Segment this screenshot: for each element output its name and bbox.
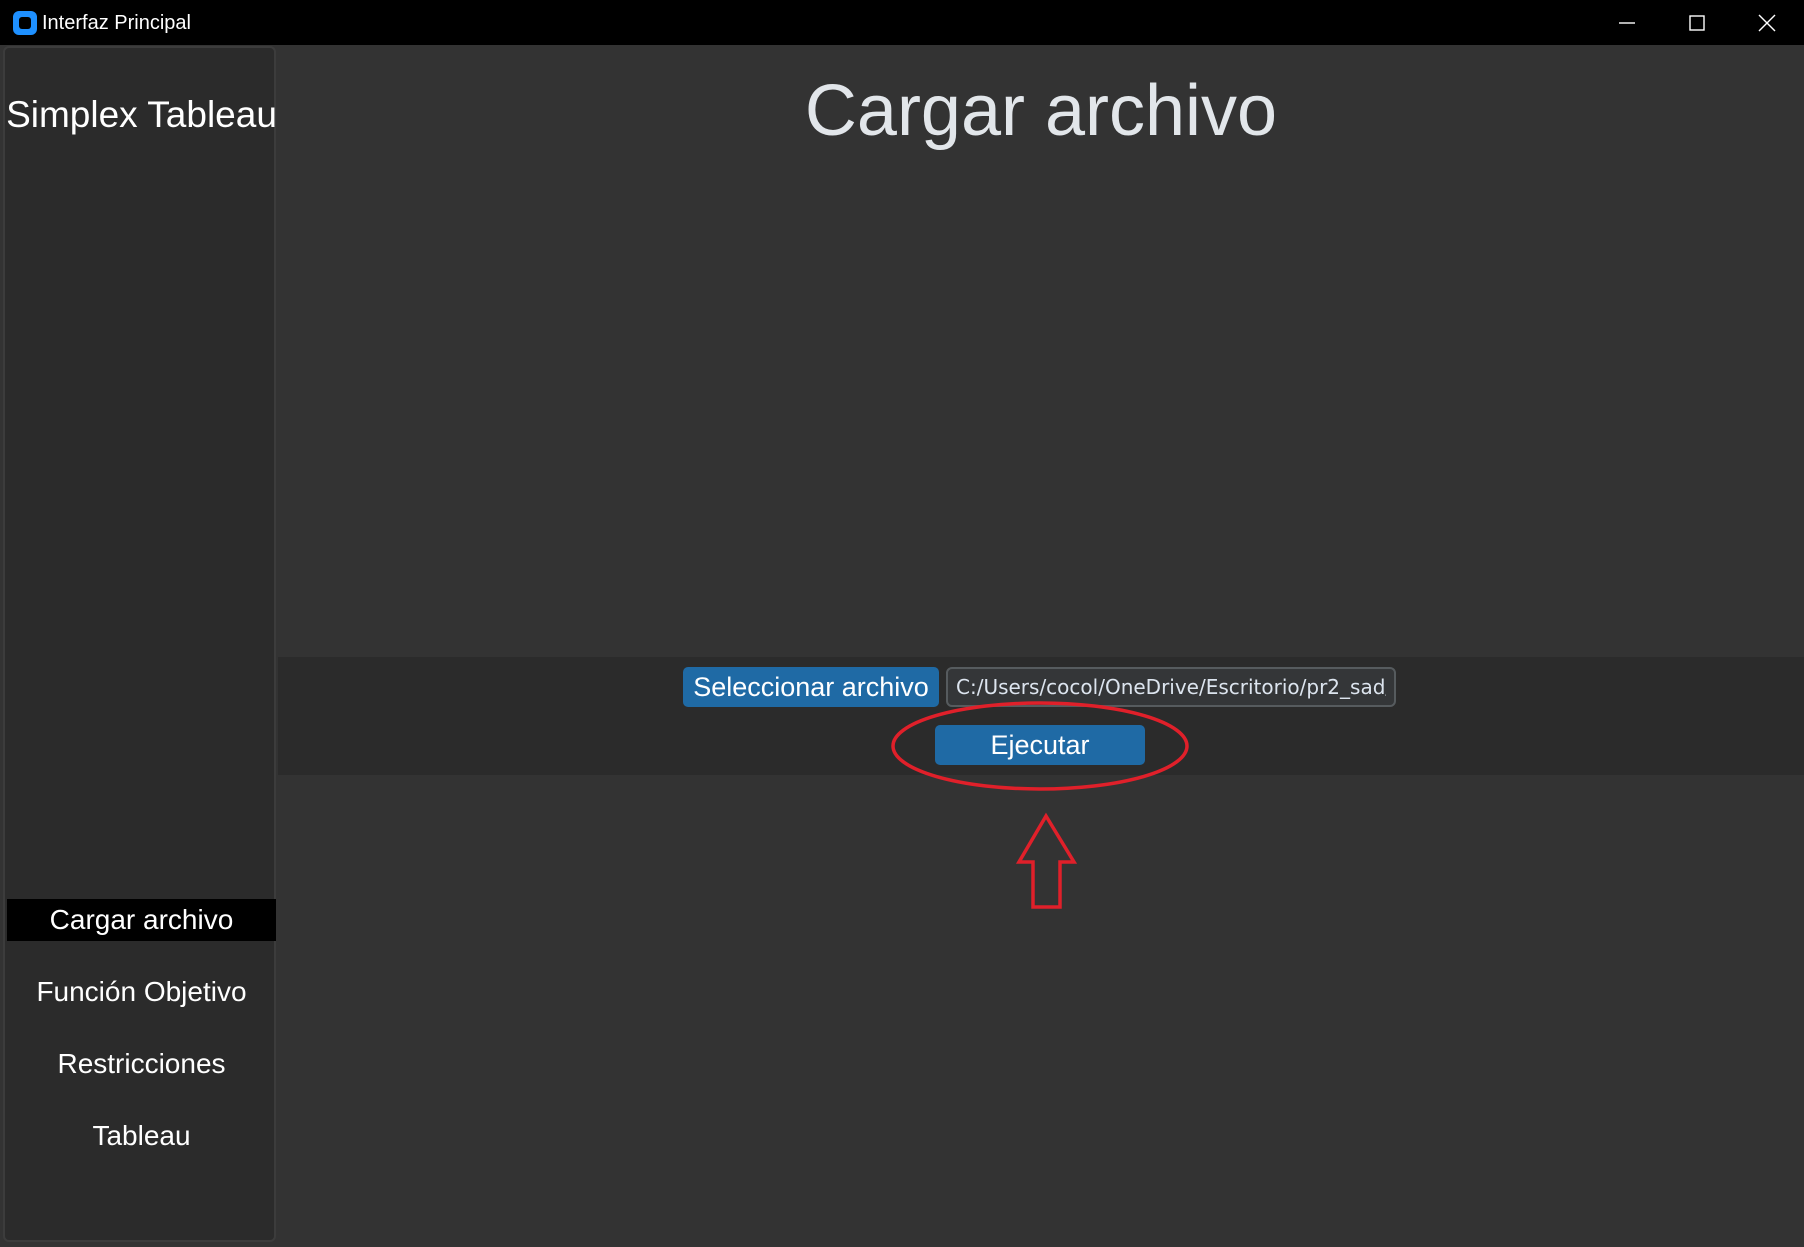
sidebar-item-restricciones[interactable]: Restricciones [7, 1043, 276, 1085]
sidebar: Simplex Tableau Cargar archivo Función O… [3, 46, 277, 1242]
maximize-button[interactable] [1664, 0, 1730, 45]
run-button[interactable]: Ejecutar [935, 725, 1145, 765]
maximize-icon [1689, 15, 1705, 31]
window-title: Interfaz Principal [42, 12, 191, 34]
minimize-button[interactable] [1594, 0, 1660, 45]
sidebar-item-tableau[interactable]: Tableau [7, 1115, 276, 1157]
close-icon [1758, 14, 1776, 32]
select-file-button[interactable]: Seleccionar archivo [683, 667, 939, 707]
file-path-input[interactable] [946, 667, 1396, 707]
sidebar-item-cargar-archivo[interactable]: Cargar archivo [7, 899, 276, 941]
minimize-icon [1619, 22, 1635, 24]
page-title: Cargar archivo [804, 71, 1278, 151]
app-window: Interfaz Principal Simplex Tableau Carga… [0, 0, 1804, 1247]
close-button[interactable] [1734, 0, 1800, 45]
app-window-icon [13, 11, 37, 35]
title-bar[interactable]: Interfaz Principal [0, 0, 1804, 45]
sidebar-title: Simplex Tableau [6, 94, 277, 135]
up-arrow-icon [1015, 812, 1078, 909]
sidebar-item-funcion-objetivo[interactable]: Función Objetivo [7, 971, 276, 1013]
